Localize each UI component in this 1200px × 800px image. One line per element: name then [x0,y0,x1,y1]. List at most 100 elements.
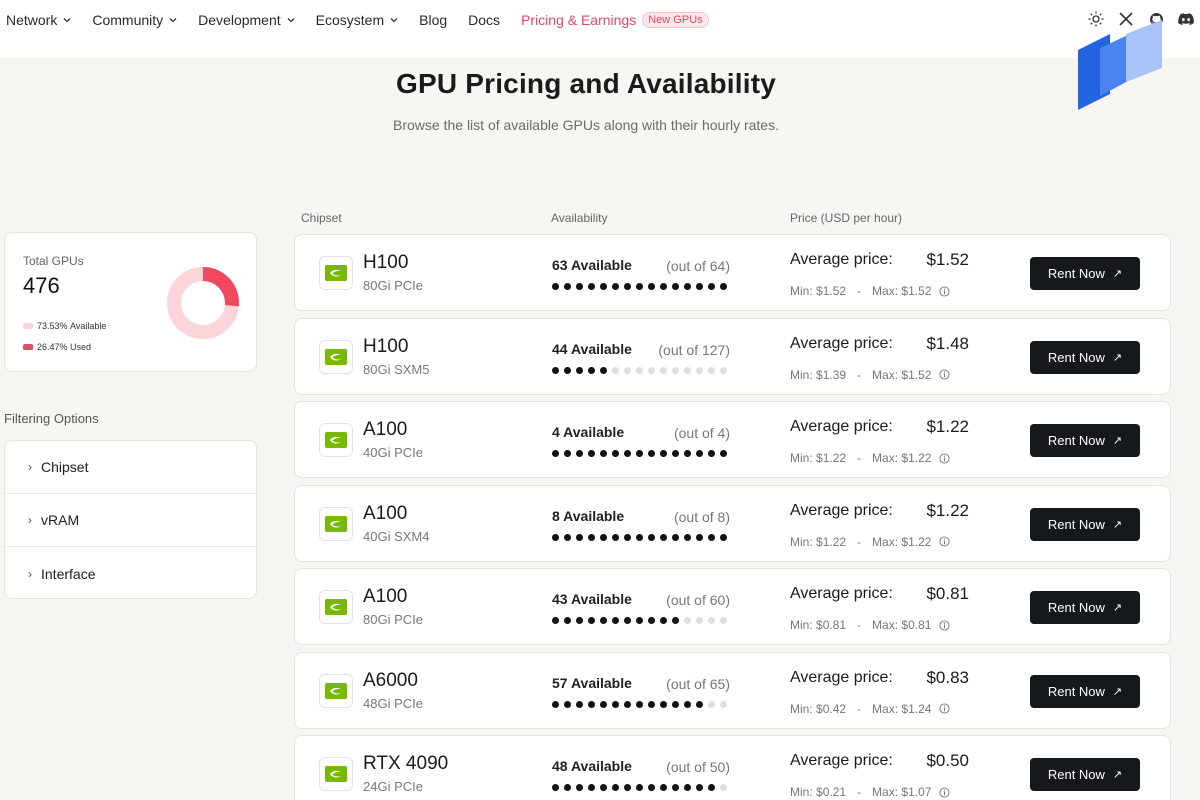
total-count: (out of 64) [666,258,730,274]
average-price-value: $1.22 [926,417,969,436]
rent-now-button[interactable]: Rent Now ↗ [1030,340,1140,374]
nav-community[interactable]: Community [92,12,177,28]
price-range: Min: $1.22- Max: $1.22 [790,535,950,549]
rent-now-label: Rent Now [1047,266,1105,281]
availability-dot [708,784,715,791]
availability-dot [720,366,727,374]
availability-dot [672,784,679,791]
info-icon[interactable] [939,786,950,798]
filter-interface[interactable]: › Interface [5,547,256,598]
availability-dot [612,784,619,791]
chipset-spec: 40Gi SXM4 [363,528,430,544]
min-label: Min: [790,367,813,382]
filter-vram[interactable]: › vRAM [5,494,256,547]
availability-dot [612,283,619,290]
nav-blog[interactable]: Blog [419,12,447,28]
nvidia-logo-icon [319,590,353,624]
available-count: 57 Available [552,674,632,691]
chipset-name: RTX 4090 [363,753,449,774]
total-count: (out of 127) [658,341,730,358]
legend-used-label: Used [70,342,92,352]
availability-dot [684,784,691,791]
info-icon[interactable] [939,369,950,380]
info-icon[interactable] [939,703,950,714]
availability-dot [708,617,715,624]
nav-pricing-earnings[interactable]: Pricing & Earnings New GPUs [521,12,709,28]
rent-now-button[interactable]: Rent Now ↗ [1030,424,1140,457]
nvidia-logo-icon [319,506,353,541]
chipset-spec: 24Gi PCIe [363,779,423,794]
legend-used-swatch [23,344,33,350]
rent-now-button[interactable]: Rent Now ↗ [1030,257,1140,290]
availability-dots [552,533,732,541]
availability-dot [636,700,643,708]
nav-development[interactable]: Development [198,12,295,28]
arrow-up-right-icon: ↗ [1112,685,1123,698]
average-price-label: Average price: [790,501,893,519]
availability-dot [600,450,607,457]
filter-chipset[interactable]: › Chipset [5,441,256,494]
max-price: $1.52 [901,367,932,382]
availability-dot [588,784,595,791]
availability-dot [600,283,607,290]
info-icon[interactable] [939,452,950,464]
info-icon[interactable] [939,536,950,547]
rent-now-button[interactable]: Rent Now ↗ [1030,507,1140,541]
info-icon[interactable] [939,619,950,631]
nav-ecosystem[interactable]: Ecosystem [316,12,398,28]
availability-dot [612,450,619,457]
availability-dot [576,533,583,541]
availability-dot [588,366,595,374]
availability-dot [636,366,643,374]
rent-now-button[interactable]: Rent Now ↗ [1030,758,1140,791]
nvidia-logo-icon [319,757,353,791]
availability-dot [684,533,691,541]
new-gpus-badge: New GPUs [642,12,709,28]
chipset-name: H100 [363,335,409,357]
rent-now-label: Rent Now [1047,516,1105,532]
availability-dot [624,283,631,290]
availability-dot [672,617,679,624]
max-label: Max: [872,367,899,382]
nav-label: Blog [419,12,448,28]
availability-dot [624,366,631,374]
nav-label: Docs [468,12,501,28]
availability-dot [660,450,667,457]
availability-dot [720,700,727,708]
nav-network[interactable]: Network [6,12,71,28]
availability-dot [684,617,691,624]
availability-dot [600,366,607,374]
availability-dot [552,450,559,457]
filter-label: vRAM [41,512,80,528]
rent-now-button[interactable]: Rent Now ↗ [1030,591,1140,624]
gpu-row: RTX 4090 24Gi PCIe 48 Available (out of 50)… [294,735,1171,800]
availability-dot [588,617,595,624]
info-icon[interactable] [939,285,950,297]
range-separator: - [857,284,862,298]
average-price-label: Average price: [790,418,893,435]
chevron-down-icon [390,18,398,23]
availability-dot [696,450,703,457]
average-price-value: $0.83 [926,667,969,687]
availability-dot [600,617,607,624]
filter-label: Interface [41,565,96,582]
nav-docs[interactable]: Docs [468,12,500,28]
rent-now-button[interactable]: Rent Now ↗ [1030,674,1140,708]
discord-icon[interactable] [1176,10,1196,28]
availability-dot [672,366,679,374]
chipset-name: A100 [363,586,408,607]
chipset-spec: 80Gi PCIe [363,278,423,293]
availability-dot [684,283,691,290]
rent-now-label: Rent Now [1047,600,1105,615]
availability-dot [696,533,703,541]
price-range: Min: $1.52- Max: $1.52 [790,284,950,298]
chevron-right-icon: › [28,566,32,581]
availability-dot [588,700,595,708]
availability-dot [648,450,655,457]
availability-dot [564,283,571,290]
chipset-spec: 80Gi PCIe [363,612,423,627]
max-label: Max: [872,701,899,716]
availability-dot [576,283,583,290]
min-label: Min: [790,451,813,465]
col-header-availability: Availability [551,211,608,225]
